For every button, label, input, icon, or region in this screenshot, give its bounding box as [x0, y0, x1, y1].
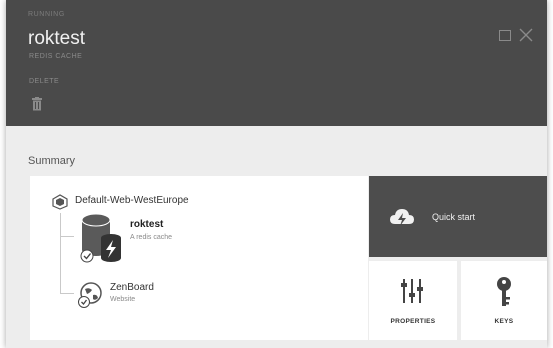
blade-subtitle: REDIS CACHE: [29, 53, 83, 60]
resource-group-icon: [52, 194, 68, 210]
redis-cache-icon: [80, 213, 121, 263]
properties-icon: [401, 279, 423, 303]
tree-connector: [60, 293, 74, 294]
trash-icon[interactable]: [31, 97, 43, 111]
key-icon: [497, 277, 511, 306]
maximize-icon[interactable]: [499, 30, 511, 41]
cloud-lightning-icon: [390, 209, 414, 226]
properties-tile[interactable]: PROPERTIES: [369, 261, 457, 340]
summary-card[interactable]: Default-Web-WestEurope roktest A redis c…: [30, 176, 368, 340]
close-icon[interactable]: [519, 28, 533, 42]
keys-tile[interactable]: KEYS: [461, 261, 547, 340]
delete-command[interactable]: DELETE: [29, 78, 59, 85]
resource-name[interactable]: roktest: [130, 219, 163, 230]
status-label: RUNNING: [28, 11, 65, 18]
resource-type: Website: [110, 296, 136, 303]
tree-connector: [60, 213, 61, 293]
properties-label: PROPERTIES: [390, 318, 436, 325]
quick-start-label: Quick start: [432, 212, 476, 222]
tree-connector: [60, 236, 74, 237]
blade: RUNNING roktest REDIS CACHE DELETE Summa…: [6, 0, 547, 348]
blade-title: roktest: [28, 28, 86, 49]
keys-label: KEYS: [494, 318, 514, 325]
summary-heading: Summary: [28, 155, 76, 167]
quick-start-tile[interactable]: Quick start: [369, 176, 547, 257]
resource-name[interactable]: ZenBoard: [110, 282, 154, 293]
resource-type: A redis cache: [130, 234, 173, 241]
blade-header: RUNNING roktest REDIS CACHE DELETE: [6, 0, 547, 126]
resource-group-name[interactable]: Default-Web-WestEurope: [75, 195, 189, 206]
website-icon: [78, 282, 102, 308]
